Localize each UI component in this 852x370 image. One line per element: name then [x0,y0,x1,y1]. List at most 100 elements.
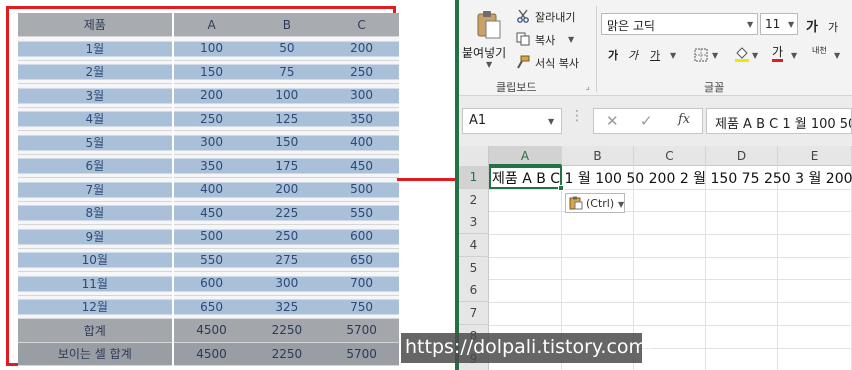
cell-text: 350 [200,158,223,173]
grid-line [705,166,706,370]
cell-text: 275 [275,252,299,267]
table-cell: 9월 [18,224,174,249]
grid-line [489,325,852,326]
fill-handle[interactable] [558,185,564,191]
font-color-dropdown-icon[interactable]: ▼ [791,51,797,60]
font-name-select[interactable]: 맑은 고딕 ▼ [601,13,758,35]
copy-icon[interactable] [516,31,530,50]
cell-text: 2250 [271,323,303,338]
font-color-button[interactable]: 가 [772,45,784,62]
table-cell: 200 [172,83,250,108]
grow-font-button[interactable]: 가 [806,16,818,35]
name-box[interactable]: A1 [462,108,562,134]
cell-text: 8월 [85,206,105,221]
font-size-select[interactable]: 11 ▼ [760,13,798,35]
column-header-a[interactable]: A [489,146,562,166]
row-header-6[interactable]: 6 [459,279,489,302]
selected-cell-a1[interactable] [489,166,562,189]
table-cell: 8월 [18,201,174,225]
table-cell: 100 [249,83,325,108]
font-name-value: 맑은 고딕 [607,19,655,33]
scissors-icon[interactable] [516,8,530,27]
cell-text: 150 [275,135,299,150]
bold-button[interactable]: 가 [608,47,618,63]
column-header-e[interactable]: E [778,146,852,166]
phonetic-button[interactable]: 내천 [812,46,830,55]
clipboard-group-label: 클립보드 [496,81,537,94]
table-row: 8월 450 225 550 [18,201,399,225]
row-header-1[interactable]: 1 [459,166,489,189]
cell-text: 650 [200,299,223,314]
italic-button[interactable]: 가 [628,47,638,63]
cell-text: 175 [275,158,299,173]
table-cell: 300 [172,130,250,155]
grid-line [489,211,852,212]
insert-function-icon[interactable]: fx [678,112,690,127]
cell-text: 400 [200,182,223,197]
name-box-dropdown-icon[interactable]: ▼ [548,117,554,126]
more-options-icon[interactable]: ⋮ [570,108,584,124]
border-icon[interactable] [694,47,708,66]
table-cell: 75 [249,60,325,84]
table-cell: 550 [324,201,399,225]
table-cell: 10월 [18,248,174,272]
format-painter-icon[interactable] [516,54,530,73]
table-cell: A [172,13,250,37]
cell-text: 550 [350,205,374,220]
enter-icon[interactable]: ✓ [640,112,653,130]
cut-button[interactable]: 잘라내기 [535,9,575,25]
cell-text: 11월 [81,276,108,291]
cell-text: 보이는 셀 합계 [57,347,132,362]
cell-text: 10월 [81,253,108,268]
shrink-font-button[interactable]: 가 [828,19,838,35]
column-header-c[interactable]: C [634,146,706,166]
row-header-4[interactable]: 4 [459,234,489,257]
cell-text: 200 [200,88,223,103]
table-cell: 150 [249,130,325,155]
select-all-corner[interactable] [459,146,489,166]
dialog-launcher-icon[interactable]: ⌟ [586,82,590,91]
border-dropdown-icon[interactable]: ▼ [712,51,718,60]
cell-text: 1월 [85,41,105,56]
formula-input[interactable]: 제품 A B C 1 월 100 50 200 [706,108,852,134]
row-header-3[interactable]: 3 [459,211,489,234]
underline-dropdown-icon[interactable]: ▼ [670,51,676,60]
table-cell: 1월 [18,36,174,61]
table-cell: 7월 [18,177,174,202]
cell-text: 750 [350,299,374,314]
copy-button[interactable]: 복사 [535,32,555,48]
fill-color-icon[interactable] [734,45,750,67]
table-cell: 600 [172,271,250,296]
paste-dropdown-icon[interactable]: ▼ [486,60,492,69]
underline-button[interactable]: 가 [650,47,660,63]
table-cell: 650 [324,248,399,272]
row-header-2[interactable]: 2 [459,189,489,212]
cell-text: 600 [350,229,374,244]
grid-line [777,166,778,370]
phonetic-dropdown-icon[interactable]: ▼ [834,51,840,60]
paste-button[interactable]: 붙여넣기 [462,44,506,61]
cell-text: 300 [350,88,374,103]
format-painter-button[interactable]: 서식 복사 [535,55,579,71]
table-row: 2월 150 75 250 [18,60,399,84]
row-header-7[interactable]: 7 [459,302,489,325]
fill-color-dropdown-icon[interactable]: ▼ [752,51,758,60]
table-row: 5월 300 150 400 [18,130,399,155]
table-cell: 2250 [249,342,325,366]
table-cell: 250 [172,107,250,131]
cell-text: 제품 [83,18,106,32]
column-header-b[interactable]: B [562,146,634,166]
table-cell: 5월 [18,130,174,155]
paste-icon[interactable] [476,10,502,40]
copy-dropdown-icon[interactable]: ▼ [568,35,574,44]
row-header-5[interactable]: 5 [459,257,489,280]
cell-text: 6월 [85,159,105,174]
cancel-icon[interactable]: ✕ [606,112,619,130]
table-cell: 200 [324,36,399,61]
cell-text: 250 [275,229,299,244]
table-cell: 보이는 셀 합계 [18,342,174,366]
table-row: 합계 4500 2250 5700 [18,318,399,343]
paste-options-button[interactable]: (Ctrl) ▼ [565,193,625,213]
table-cell: 275 [249,248,325,272]
column-header-d[interactable]: D [706,146,778,166]
